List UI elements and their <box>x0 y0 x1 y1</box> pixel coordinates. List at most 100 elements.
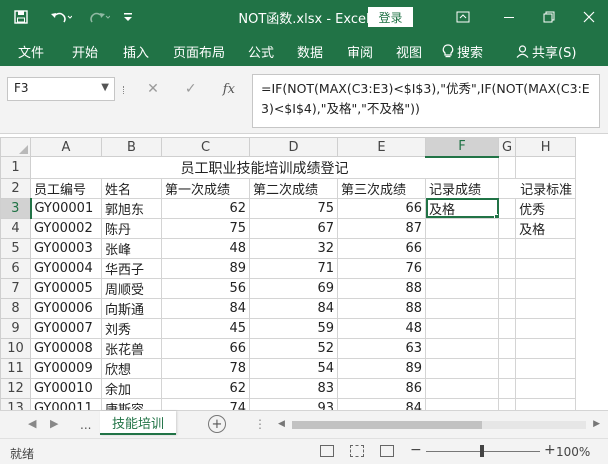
cell-score1[interactable]: 56 <box>161 277 250 299</box>
cell-score3[interactable]: 63 <box>337 337 426 359</box>
cell[interactable] <box>497 156 517 179</box>
cell[interactable] <box>497 397 517 410</box>
cell[interactable] <box>497 217 517 239</box>
cell-employee-name[interactable]: 华西子 <box>101 257 162 279</box>
row-header[interactable]: 3 <box>0 197 32 219</box>
scroll-left-icon[interactable]: ◀ <box>28 417 36 430</box>
scroll-right-arrow-icon[interactable]: ▶ <box>593 419 600 429</box>
cell-record[interactable] <box>425 317 499 339</box>
cell-score3[interactable]: 86 <box>337 377 426 399</box>
cell[interactable] <box>497 257 517 279</box>
cell-score1[interactable]: 62 <box>161 197 250 219</box>
cell[interactable] <box>497 317 517 339</box>
cell[interactable] <box>497 197 517 219</box>
zoom-slider-thumb[interactable] <box>480 445 484 457</box>
cell-score1[interactable]: 74 <box>161 397 250 410</box>
cell-employee-id[interactable]: GY00002 <box>30 217 102 239</box>
col-header-h[interactable]: H <box>515 137 577 157</box>
row-header[interactable]: 13 <box>0 397 31 410</box>
cell[interactable] <box>497 237 517 259</box>
cell-score3[interactable]: 84 <box>337 397 426 410</box>
cell-score3[interactable]: 89 <box>337 357 426 379</box>
cell-record[interactable] <box>425 297 499 319</box>
cell-score3[interactable]: 76 <box>337 257 426 279</box>
cell-score2[interactable]: 54 <box>249 357 338 379</box>
add-sheet-icon[interactable]: + <box>208 415 226 433</box>
cell-employee-id[interactable]: GY00008 <box>30 337 102 359</box>
splitter-handle[interactable] <box>123 86 127 94</box>
cell-employee-name[interactable]: 刘秀 <box>101 317 162 339</box>
cell-employee-name[interactable]: 张峰 <box>101 237 162 259</box>
cell-score1[interactable]: 48 <box>161 237 250 259</box>
cell-employee-name[interactable]: 向斯通 <box>101 297 162 319</box>
close-icon[interactable] <box>576 5 602 29</box>
cell-score1[interactable]: 66 <box>161 337 250 359</box>
col-header-e[interactable]: E <box>337 137 426 157</box>
row-header[interactable]: 6 <box>0 257 31 279</box>
tab-data[interactable]: 数据 <box>297 42 323 61</box>
page-layout-view-icon[interactable] <box>350 445 364 457</box>
tab-insert[interactable]: 插入 <box>123 42 149 61</box>
scrollbar-thumb[interactable] <box>292 421 482 429</box>
cell-standard[interactable] <box>515 377 577 399</box>
cell-standard[interactable] <box>515 357 577 379</box>
cell-record[interactable] <box>425 277 499 299</box>
cell[interactable] <box>515 156 577 179</box>
cell-score3[interactable]: 87 <box>337 217 426 239</box>
cell-employee-name[interactable]: 康斯容 <box>101 397 162 410</box>
cell-employee-name[interactable]: 陈丹 <box>101 217 162 239</box>
cell-score2[interactable]: 52 <box>249 337 338 359</box>
cell-score2[interactable]: 67 <box>249 217 338 239</box>
tab-view[interactable]: 视图 <box>396 42 422 61</box>
cell-score2[interactable]: 59 <box>249 317 338 339</box>
cell-standard[interactable]: 及格 <box>515 217 577 239</box>
ribbon-display-options-icon[interactable] <box>450 5 476 29</box>
col-header-d[interactable]: D <box>249 137 338 157</box>
cell-record[interactable] <box>425 357 499 379</box>
cell-standard[interactable] <box>515 257 577 279</box>
col-header-f[interactable]: F <box>425 137 499 158</box>
cell-employee-name[interactable]: 欣想 <box>101 357 162 379</box>
redo-icon[interactable] <box>86 6 112 28</box>
row-header[interactable]: 4 <box>0 217 31 239</box>
cell-standard[interactable] <box>515 237 577 259</box>
header-cell-record[interactable]: 记录成绩 <box>425 177 499 199</box>
cell-standard[interactable] <box>515 397 577 410</box>
cell-score1[interactable]: 78 <box>161 357 250 379</box>
restore-icon[interactable] <box>536 5 562 29</box>
tab-file[interactable]: 文件 <box>18 42 44 61</box>
cell-record[interactable] <box>425 217 499 239</box>
cell-score3[interactable]: 66 <box>337 197 426 219</box>
active-cell[interactable]: 及格 <box>425 197 499 219</box>
worksheet-grid[interactable]: A B C D E F G H 1 员工职业技能培训成绩登记 2 员工编号 姓名… <box>0 137 608 410</box>
cell-standard[interactable] <box>515 337 577 359</box>
cell-score2[interactable]: 83 <box>249 377 338 399</box>
more-sheets-button[interactable]: ... <box>80 418 91 432</box>
cell-standard[interactable] <box>515 277 577 299</box>
cell-score3[interactable]: 48 <box>337 317 426 339</box>
scroll-right-icon[interactable]: ▶ <box>50 417 58 430</box>
page-break-view-icon[interactable] <box>380 445 394 457</box>
zoom-in-icon[interactable]: + <box>544 442 556 458</box>
zoom-level[interactable]: 100% <box>556 445 590 459</box>
sheet-title-cell[interactable]: 员工职业技能培训成绩登记 <box>30 156 499 179</box>
share-button[interactable]: 共享(S) <box>516 42 576 61</box>
save-icon[interactable] <box>12 6 30 28</box>
login-button[interactable]: 登录 <box>368 7 413 27</box>
zoom-out-icon[interactable]: − <box>410 442 422 458</box>
tab-formulas[interactable]: 公式 <box>248 42 274 61</box>
scroll-left-arrow-icon[interactable]: ◀ <box>278 419 285 429</box>
insert-function-icon[interactable]: fx <box>223 82 235 97</box>
cell-score1[interactable]: 75 <box>161 217 250 239</box>
tab-review[interactable]: 审阅 <box>347 42 373 61</box>
cell-standard[interactable] <box>515 317 577 339</box>
cell-record[interactable] <box>425 337 499 359</box>
row-header[interactable]: 8 <box>0 297 31 319</box>
cell-employee-id[interactable]: GY00003 <box>30 237 102 259</box>
row-header[interactable]: 1 <box>0 156 31 179</box>
cell-score1[interactable]: 62 <box>161 377 250 399</box>
cell-score2[interactable]: 71 <box>249 257 338 279</box>
sheet-tab-active[interactable]: 技能培训 <box>100 411 176 435</box>
cell-score1[interactable]: 45 <box>161 317 250 339</box>
name-box[interactable]: F3 ▼ <box>7 77 115 101</box>
